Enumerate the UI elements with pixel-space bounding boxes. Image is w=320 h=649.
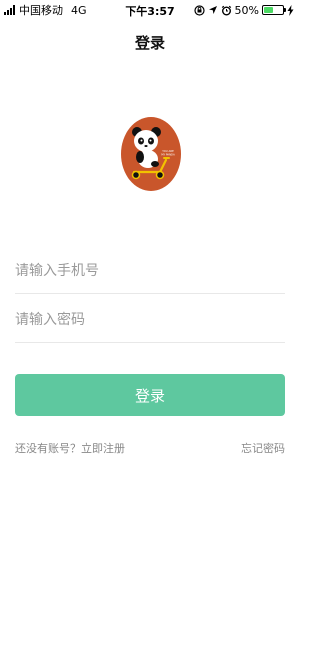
status-bar: 中国移动 4G 下午3:57 50%	[0, 0, 300, 20]
login-button[interactable]: 登录	[15, 374, 285, 416]
password-input[interactable]	[15, 297, 285, 342]
logo-text-line2: MY PANDA	[161, 153, 175, 157]
password-field-container	[15, 297, 285, 343]
page-title: 登录	[134, 34, 165, 52]
charging-bolt-icon	[287, 4, 294, 16]
phone-input[interactable]	[15, 248, 285, 293]
phone-field-container	[15, 248, 285, 294]
app-logo: YOU ARE MY PANDA	[121, 117, 181, 191]
register-link[interactable]: 还没有账号？立即注册	[15, 440, 125, 456]
battery-percent: 50%	[234, 3, 259, 17]
alarm-icon	[221, 5, 231, 15]
battery-icon	[262, 5, 286, 15]
status-right: 50%	[193, 3, 294, 17]
forgot-password-link[interactable]: 忘记密码	[241, 440, 285, 456]
battery-fill	[264, 7, 273, 13]
logo-text-line1: YOU ARE	[162, 149, 174, 153]
location-icon	[208, 6, 217, 14]
rotation-lock-icon	[193, 4, 205, 16]
